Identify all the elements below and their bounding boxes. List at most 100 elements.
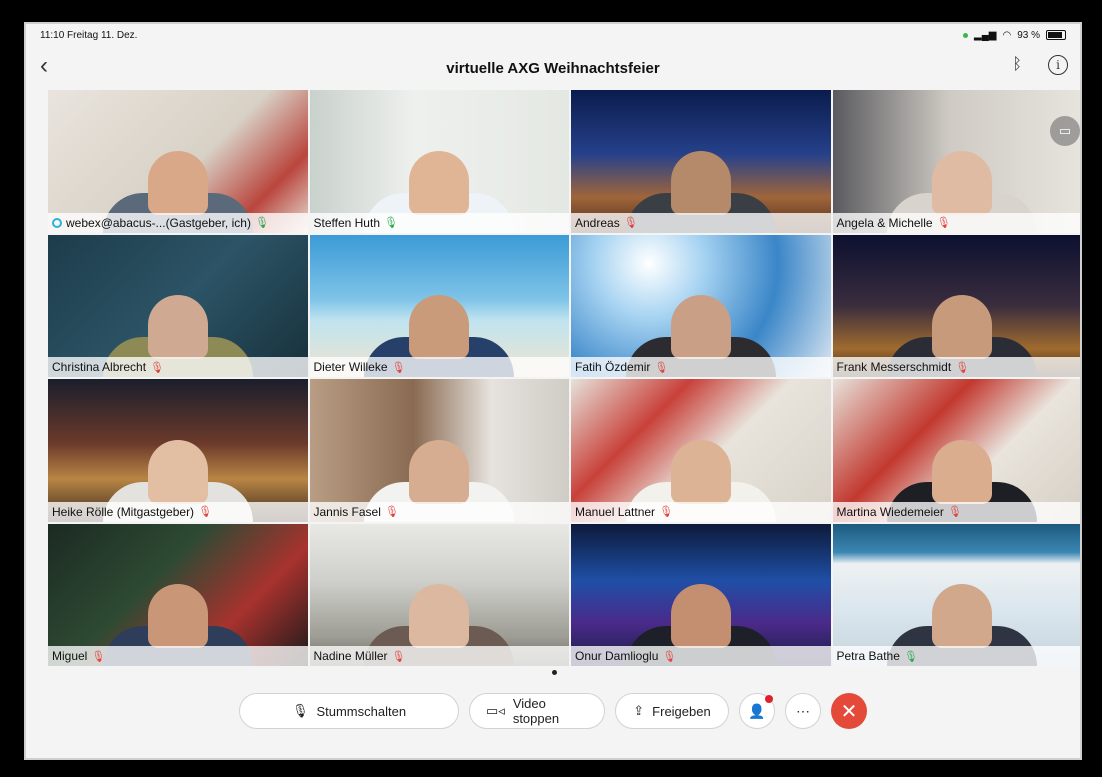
video-label: Video stoppen: [512, 696, 560, 726]
participant-tile[interactable]: Dieter Willeke 🎙: [309, 234, 569, 377]
mic-on-icon: 🎙: [384, 217, 398, 229]
participant-tile[interactable]: Manuel Lattner 🎙: [571, 379, 831, 522]
notification-badge: [765, 695, 773, 703]
layout-toggle-icon[interactable]: ▭: [1050, 116, 1080, 146]
mic-muted-icon: 🎙: [659, 506, 674, 518]
participant-name: Onur Damlioglu: [575, 649, 659, 663]
participant-tile[interactable]: ▭ Angela & Michelle 🎙: [832, 90, 1080, 233]
mic-muted-icon: 🎙: [150, 361, 165, 374]
participant-name: Andreas: [575, 215, 620, 230]
participant-face: [932, 584, 993, 648]
participant-name: Martina Wiedemeier: [836, 504, 944, 519]
participant-face: [670, 439, 731, 504]
participants-button[interactable]: 👤: [739, 693, 775, 729]
mute-button[interactable]: 🎙 Stummschalten: [239, 693, 459, 729]
stop-video-button[interactable]: ▭◃ Video stoppen: [469, 693, 605, 729]
call-controls: 🎙 Stummschalten ▭◃ Video stoppen ⇪ Freig…: [26, 686, 1080, 736]
participant-face: [147, 295, 208, 359]
participant-face: [670, 295, 731, 359]
participant-face: [670, 150, 731, 215]
info-icon[interactable]: i: [1048, 55, 1068, 75]
participant-face: [147, 150, 208, 215]
participant-name: Manuel Lattner: [575, 504, 656, 519]
host-ring-icon: [52, 217, 62, 228]
mic-muted-icon: 🎙: [91, 650, 106, 663]
more-dots-icon: ⋯: [796, 702, 810, 719]
participant-tile[interactable]: Christina Albrecht 🎙: [48, 234, 308, 377]
participant-name: Jannis Fasel: [313, 504, 381, 519]
participant-name: Angela & Michelle: [836, 215, 933, 230]
close-icon: ✕: [840, 700, 858, 723]
mic-on-icon: 🎙: [903, 650, 918, 663]
mic-muted-icon: 🎙: [947, 506, 962, 518]
mic-muted-icon: 🎙: [654, 361, 669, 374]
participant-tile[interactable]: Frank Messerschmidt 🎙: [832, 234, 1080, 377]
participant-tile[interactable]: Andreas 🎙: [571, 90, 831, 233]
participant-name-bar: Martina Wiedemeier 🎙: [832, 501, 1080, 522]
participant-face: [932, 150, 993, 215]
status-bar: 11:10 Freitag 11. Dez. ▂▄▆ ◠ 93 %: [26, 24, 1080, 46]
camera-indicator-icon: [963, 32, 968, 38]
share-label: Freigeben: [652, 703, 711, 719]
participant-face: [409, 439, 470, 504]
bluetooth-icon[interactable]: ᛒ: [1012, 56, 1022, 74]
participant-name: Miguel: [52, 649, 88, 663]
participant-name-bar: Onur Damlioglu 🎙: [571, 646, 831, 666]
participant-name-bar: webex@abacus-...(Gastgeber, ich) 🎙: [48, 212, 308, 233]
mic-muted-icon: 🎙: [662, 650, 677, 663]
participant-tile[interactable]: Martina Wiedemeier 🎙: [832, 379, 1080, 522]
share-icon: ⇪: [633, 703, 645, 718]
participant-face: [409, 584, 470, 648]
participant-name: Nadine Müller: [313, 649, 388, 663]
participant-tile[interactable]: Jannis Fasel 🎙: [309, 379, 569, 522]
back-chevron-icon[interactable]: ‹: [40, 54, 48, 78]
wifi-icon: ◠: [1002, 29, 1012, 41]
mic-muted-icon: 🎙: [955, 361, 970, 374]
title-bar: ‹ virtuelle AXG Weihnachtsfeier ᛒ i: [26, 46, 1080, 90]
more-options-button[interactable]: ⋯: [785, 693, 821, 729]
participant-name-bar: Manuel Lattner 🎙: [571, 501, 831, 522]
participant-face: [670, 584, 731, 648]
participant-tile[interactable]: Nadine Müller 🎙: [309, 523, 569, 666]
participant-name-bar: Miguel 🎙: [48, 646, 308, 666]
app-window: 11:10 Freitag 11. Dez. ▂▄▆ ◠ 93 % ‹ virt…: [24, 22, 1082, 760]
signal-icon: ▂▄▆: [974, 29, 997, 41]
participant-name-bar: Dieter Willeke 🎙: [309, 357, 569, 377]
participant-tile[interactable]: webex@abacus-...(Gastgeber, ich) 🎙: [48, 90, 308, 233]
participant-tile[interactable]: Miguel 🎙: [48, 523, 308, 666]
battery-percent: 93 %: [1017, 29, 1040, 41]
mic-muted-icon: 🎙: [391, 361, 406, 374]
mic-muted-icon: 🎙: [198, 506, 213, 518]
participant-name: webex@abacus-...(Gastgeber, ich): [66, 215, 251, 230]
participant-name-bar: Jannis Fasel 🎙: [309, 501, 569, 522]
participant-name-bar: Petra Bathe 🎙: [832, 646, 1080, 666]
participant-face: [932, 439, 993, 504]
participant-name-bar: Nadine Müller 🎙: [309, 646, 569, 666]
participant-face: [932, 295, 993, 359]
mic-muted-icon: 🎙: [623, 217, 638, 229]
participant-name-bar: Christina Albrecht 🎙: [48, 357, 308, 377]
participant-name-bar: Heike Rölle (Mitgastgeber) 🎙: [48, 501, 308, 522]
end-call-button[interactable]: ✕: [831, 693, 867, 729]
mute-label: Stummschalten: [316, 703, 407, 719]
mic-muted-icon: 🎙: [936, 217, 951, 229]
meeting-title: virtuelle AXG Weihnachtsfeier: [446, 59, 660, 77]
participant-tile[interactable]: Petra Bathe 🎙: [832, 523, 1080, 666]
participant-name-bar: Angela & Michelle 🎙: [832, 212, 1080, 233]
participant-tile[interactable]: Heike Rölle (Mitgastgeber) 🎙: [48, 379, 308, 522]
mic-muted-icon: 🎙: [384, 506, 399, 518]
participant-name-bar: Fatih Özdemir 🎙: [571, 357, 831, 377]
participant-name: Steffen Huth: [313, 215, 381, 230]
participant-name: Dieter Willeke: [313, 360, 388, 374]
microphone-icon: 🎙: [291, 703, 309, 718]
status-indicators: ▂▄▆ ◠ 93 %: [963, 30, 1066, 41]
participant-name: Frank Messerschmidt: [836, 360, 952, 374]
participant-tile[interactable]: Steffen Huth 🎙: [309, 90, 569, 233]
participant-tile[interactable]: Onur Damlioglu 🎙: [571, 523, 831, 666]
participant-tile[interactable]: Fatih Özdemir 🎙: [571, 234, 831, 377]
participants-icon: 👤: [748, 702, 766, 719]
participant-face: [409, 295, 470, 359]
participant-name-bar: Andreas 🎙: [571, 212, 831, 233]
share-button[interactable]: ⇪ Freigeben: [615, 693, 729, 729]
battery-icon: [1046, 30, 1066, 40]
